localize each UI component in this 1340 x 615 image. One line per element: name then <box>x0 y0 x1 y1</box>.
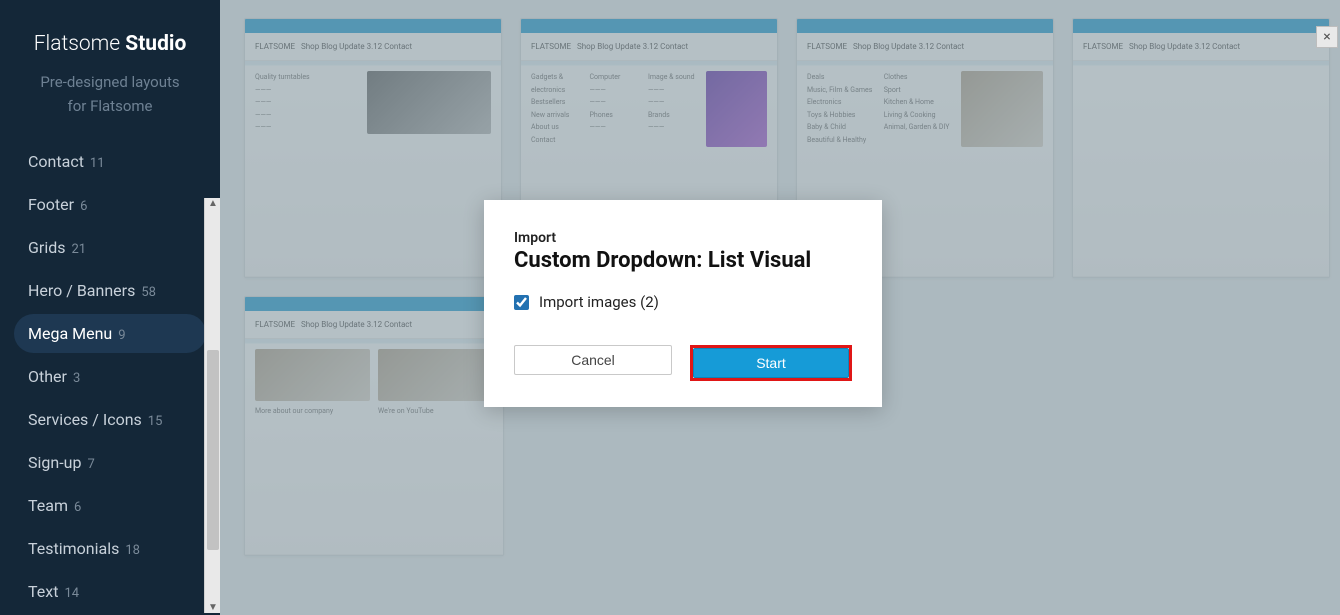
sidebar-item-contact[interactable]: Contact 11 <box>14 142 206 181</box>
import-images-option[interactable]: Import images (2) <box>514 293 852 311</box>
close-icon: × <box>1323 29 1330 45</box>
brand-thin: Flatsome <box>34 32 126 56</box>
sidebar-item-count: 11 <box>90 156 105 171</box>
sidebar-item-footer[interactable]: Footer 6 <box>14 185 206 224</box>
import-images-checkbox[interactable] <box>514 295 529 310</box>
sidebar-item-count: 9 <box>118 328 125 343</box>
sidebar-item-label: Footer <box>28 195 74 214</box>
modal-eyebrow: Import <box>514 230 852 246</box>
sidebar-item-label: Text <box>28 582 58 601</box>
sidebar-item-hero-banners[interactable]: Hero / Banners 58 <box>14 271 206 310</box>
sidebar-item-sign-up[interactable]: Sign-up 7 <box>14 443 206 482</box>
sidebar-item-grids[interactable]: Grids 21 <box>14 228 206 267</box>
sidebar-item-label: Hero / Banners <box>28 281 135 300</box>
tagline-line1: Pre-designed layouts <box>40 70 179 94</box>
sidebar-item-label: Services / Icons <box>28 410 142 429</box>
sidebar-item-label: Sign-up <box>28 453 81 472</box>
sidebar-item-label: Team <box>28 496 68 515</box>
sidebar-item-count: 6 <box>80 199 87 214</box>
import-images-label: Import images (2) <box>539 293 659 311</box>
sidebar-item-label: Other <box>28 367 67 386</box>
cancel-button[interactable]: Cancel <box>514 345 672 375</box>
sidebar-item-other[interactable]: Other 3 <box>14 357 206 396</box>
brand-title: Flatsome Studio <box>34 32 187 56</box>
sidebar-item-text[interactable]: Text 14 <box>14 572 206 611</box>
modal-title: Custom Dropdown: List Visual <box>514 248 852 273</box>
sidebar-item-count: 58 <box>141 285 156 300</box>
import-modal: Import Custom Dropdown: List Visual Impo… <box>484 200 882 407</box>
category-nav: Contact 11 Footer 6 Grids 21 Hero / Banners 58 M… <box>0 142 220 615</box>
sidebar-item-team[interactable]: Team 6 <box>14 486 206 525</box>
sidebar-item-count: 3 <box>73 371 80 386</box>
scroll-down-icon[interactable]: ▼ <box>208 602 218 613</box>
sidebar-item-count: 21 <box>72 242 87 257</box>
sidebar-item-label: Testimonials <box>28 539 119 558</box>
sidebar-item-count: 7 <box>87 457 94 472</box>
sidebar-item-count: 6 <box>74 500 81 515</box>
sidebar: Flatsome Studio Pre-designed layouts for… <box>0 0 220 615</box>
sidebar-item-label: Mega Menu <box>28 324 112 343</box>
sidebar-item-mega-menu[interactable]: Mega Menu 9 <box>14 314 206 353</box>
scroll-up-icon[interactable]: ▲ <box>208 198 218 209</box>
sidebar-item-count: 15 <box>148 414 163 429</box>
sidebar-item-count: 14 <box>64 586 79 601</box>
modal-button-row: Cancel Start <box>514 345 852 381</box>
scroll-thumb[interactable] <box>207 350 219 550</box>
sidebar-item-services-icons[interactable]: Services / Icons 15 <box>14 400 206 439</box>
sidebar-item-count: 18 <box>125 543 140 558</box>
sidebar-item-testimonials[interactable]: Testimonials 18 <box>14 529 206 568</box>
sidebar-scrollbar[interactable]: ▲ ▼ <box>204 198 220 613</box>
close-button[interactable]: × <box>1316 26 1338 48</box>
tagline-line2: for Flatsome <box>40 94 179 118</box>
sidebar-item-label: Grids <box>28 238 66 257</box>
start-button-highlight: Start <box>690 345 852 381</box>
tagline: Pre-designed layouts for Flatsome <box>40 70 179 118</box>
sidebar-item-label: Contact <box>28 152 84 171</box>
start-button[interactable]: Start <box>693 348 849 378</box>
brand-bold: Studio <box>125 32 186 56</box>
